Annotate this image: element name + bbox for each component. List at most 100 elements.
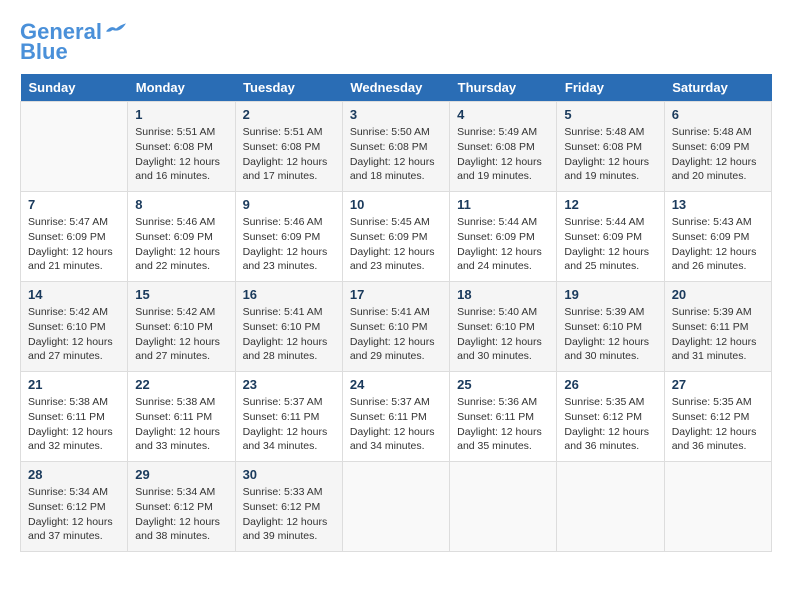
calendar-cell: 14Sunrise: 5:42 AMSunset: 6:10 PMDayligh…: [21, 282, 128, 372]
day-number: 19: [564, 287, 656, 302]
calendar-cell: 12Sunrise: 5:44 AMSunset: 6:09 PMDayligh…: [557, 192, 664, 282]
day-number: 30: [243, 467, 335, 482]
calendar-table: SundayMondayTuesdayWednesdayThursdayFrid…: [20, 74, 772, 552]
day-info: Sunrise: 5:34 AMSunset: 6:12 PMDaylight:…: [28, 485, 120, 544]
calendar-header: SundayMondayTuesdayWednesdayThursdayFrid…: [21, 74, 772, 102]
day-info: Sunrise: 5:37 AMSunset: 6:11 PMDaylight:…: [350, 395, 442, 454]
weekday-header-tuesday: Tuesday: [235, 74, 342, 102]
day-info: Sunrise: 5:44 AMSunset: 6:09 PMDaylight:…: [564, 215, 656, 274]
calendar-week-row: 21 Sunrise: 5:38 AMSunset: 6:11 PMDayligh…: [21, 372, 772, 462]
day-info: Sunrise: 5:33 AMSunset: 6:12 PMDaylight:…: [243, 485, 335, 544]
day-number: 28: [28, 467, 120, 482]
day-info: Sunrise: 5:44 AMSunset: 6:09 PMDaylight:…: [457, 215, 549, 274]
calendar-cell: 2 Sunrise: 5:51 AMSunset: 6:08 PMDaylight…: [235, 102, 342, 192]
page-header: General Blue: [20, 20, 772, 64]
calendar-cell: 29 Sunrise: 5:34 AMSunset: 6:12 PMDayligh…: [128, 462, 235, 552]
weekday-header-friday: Friday: [557, 74, 664, 102]
calendar-cell: 8 Sunrise: 5:46 AMSunset: 6:09 PMDaylight…: [128, 192, 235, 282]
day-info: Sunrise: 5:47 AMSunset: 6:09 PMDaylight:…: [28, 215, 120, 274]
day-number: 13: [672, 197, 764, 212]
day-number: 21: [28, 377, 120, 392]
day-info: Sunrise: 5:50 AMSunset: 6:08 PMDaylight:…: [350, 125, 442, 184]
calendar-week-row: 28 Sunrise: 5:34 AMSunset: 6:12 PMDayligh…: [21, 462, 772, 552]
calendar-cell: 16 Sunrise: 5:41 AMSunset: 6:10 PMDayligh…: [235, 282, 342, 372]
calendar-cell: 4Sunrise: 5:49 AMSunset: 6:08 PMDaylight…: [450, 102, 557, 192]
calendar-cell: 23 Sunrise: 5:37 AMSunset: 6:11 PMDayligh…: [235, 372, 342, 462]
calendar-cell: 20 Sunrise: 5:39 AMSunset: 6:11 PMDayligh…: [664, 282, 771, 372]
day-info: Sunrise: 5:51 AMSunset: 6:08 PMDaylight:…: [243, 125, 335, 184]
day-number: 8: [135, 197, 227, 212]
logo-blue: Blue: [20, 40, 68, 64]
day-info: Sunrise: 5:40 AMSunset: 6:10 PMDaylight:…: [457, 305, 549, 364]
calendar-cell: 10 Sunrise: 5:45 AMSunset: 6:09 PMDayligh…: [342, 192, 449, 282]
day-info: Sunrise: 5:45 AMSunset: 6:09 PMDaylight:…: [350, 215, 442, 274]
day-info: Sunrise: 5:37 AMSunset: 6:11 PMDaylight:…: [243, 395, 335, 454]
calendar-cell: 26Sunrise: 5:35 AMSunset: 6:12 PMDayligh…: [557, 372, 664, 462]
calendar-cell: 1Sunrise: 5:51 AMSunset: 6:08 PMDaylight…: [128, 102, 235, 192]
logo-bird-icon: [106, 23, 126, 37]
calendar-cell: 11 Sunrise: 5:44 AMSunset: 6:09 PMDayligh…: [450, 192, 557, 282]
calendar-cell: [342, 462, 449, 552]
day-number: 23: [243, 377, 335, 392]
day-info: Sunrise: 5:38 AMSunset: 6:11 PMDaylight:…: [28, 395, 120, 454]
day-number: 9: [243, 197, 335, 212]
calendar-cell: 21 Sunrise: 5:38 AMSunset: 6:11 PMDayligh…: [21, 372, 128, 462]
day-info: Sunrise: 5:46 AMSunset: 6:09 PMDaylight:…: [243, 215, 335, 274]
day-info: Sunrise: 5:43 AMSunset: 6:09 PMDaylight:…: [672, 215, 764, 274]
day-info: Sunrise: 5:35 AMSunset: 6:12 PMDaylight:…: [672, 395, 764, 454]
weekday-header-thursday: Thursday: [450, 74, 557, 102]
calendar-cell: 9 Sunrise: 5:46 AMSunset: 6:09 PMDaylight…: [235, 192, 342, 282]
day-number: 29: [135, 467, 227, 482]
day-number: 16: [243, 287, 335, 302]
day-number: 2: [243, 107, 335, 122]
calendar-cell: 28 Sunrise: 5:34 AMSunset: 6:12 PMDayligh…: [21, 462, 128, 552]
day-number: 1: [135, 107, 227, 122]
calendar-cell: 18Sunrise: 5:40 AMSunset: 6:10 PMDayligh…: [450, 282, 557, 372]
calendar-cell: 17Sunrise: 5:41 AMSunset: 6:10 PMDayligh…: [342, 282, 449, 372]
calendar-cell: 19Sunrise: 5:39 AMSunset: 6:10 PMDayligh…: [557, 282, 664, 372]
day-number: 17: [350, 287, 442, 302]
calendar-cell: 30 Sunrise: 5:33 AMSunset: 6:12 PMDayligh…: [235, 462, 342, 552]
day-number: 24: [350, 377, 442, 392]
day-info: Sunrise: 5:35 AMSunset: 6:12 PMDaylight:…: [564, 395, 656, 454]
calendar-cell: 3Sunrise: 5:50 AMSunset: 6:08 PMDaylight…: [342, 102, 449, 192]
calendar-cell: 24 Sunrise: 5:37 AMSunset: 6:11 PMDayligh…: [342, 372, 449, 462]
day-number: 20: [672, 287, 764, 302]
day-number: 10: [350, 197, 442, 212]
logo: General Blue: [20, 20, 126, 64]
day-number: 27: [672, 377, 764, 392]
day-info: Sunrise: 5:41 AMSunset: 6:10 PMDaylight:…: [243, 305, 335, 364]
weekday-header-wednesday: Wednesday: [342, 74, 449, 102]
calendar-week-row: 1 Sunrise: 5:51 AMSunset: 6:08 PMDaylight…: [21, 102, 772, 192]
calendar-body: 1 Sunrise: 5:51 AMSunset: 6:08 PMDaylight…: [21, 102, 772, 552]
day-info: Sunrise: 5:42 AMSunset: 6:10 PMDaylight:…: [135, 305, 227, 364]
day-info: Sunrise: 5:36 AMSunset: 6:11 PMDaylight:…: [457, 395, 549, 454]
weekday-header-monday: Monday: [128, 74, 235, 102]
day-info: Sunrise: 5:46 AMSunset: 6:09 PMDaylight:…: [135, 215, 227, 274]
day-number: 7: [28, 197, 120, 212]
weekday-header-row: SundayMondayTuesdayWednesdayThursdayFrid…: [21, 74, 772, 102]
calendar-cell: 22Sunrise: 5:38 AMSunset: 6:11 PMDayligh…: [128, 372, 235, 462]
calendar-cell: [450, 462, 557, 552]
calendar-cell: 6 Sunrise: 5:48 AMSunset: 6:09 PMDaylight…: [664, 102, 771, 192]
calendar-cell: 27 Sunrise: 5:35 AMSunset: 6:12 PMDayligh…: [664, 372, 771, 462]
calendar-cell: 25 Sunrise: 5:36 AMSunset: 6:11 PMDayligh…: [450, 372, 557, 462]
day-info: Sunrise: 5:39 AMSunset: 6:11 PMDaylight:…: [672, 305, 764, 364]
day-info: Sunrise: 5:42 AMSunset: 6:10 PMDaylight:…: [28, 305, 120, 364]
day-info: Sunrise: 5:48 AMSunset: 6:09 PMDaylight:…: [672, 125, 764, 184]
calendar-cell: 15Sunrise: 5:42 AMSunset: 6:10 PMDayligh…: [128, 282, 235, 372]
calendar-cell: [21, 102, 128, 192]
calendar-week-row: 14Sunrise: 5:42 AMSunset: 6:10 PMDayligh…: [21, 282, 772, 372]
day-info: Sunrise: 5:49 AMSunset: 6:08 PMDaylight:…: [457, 125, 549, 184]
weekday-header-saturday: Saturday: [664, 74, 771, 102]
day-info: Sunrise: 5:34 AMSunset: 6:12 PMDaylight:…: [135, 485, 227, 544]
day-number: 11: [457, 197, 549, 212]
weekday-header-sunday: Sunday: [21, 74, 128, 102]
day-info: Sunrise: 5:38 AMSunset: 6:11 PMDaylight:…: [135, 395, 227, 454]
day-number: 25: [457, 377, 549, 392]
calendar-week-row: 7 Sunrise: 5:47 AMSunset: 6:09 PMDaylight…: [21, 192, 772, 282]
day-number: 5: [564, 107, 656, 122]
calendar-cell: 5 Sunrise: 5:48 AMSunset: 6:08 PMDaylight…: [557, 102, 664, 192]
day-number: 6: [672, 107, 764, 122]
day-info: Sunrise: 5:48 AMSunset: 6:08 PMDaylight:…: [564, 125, 656, 184]
